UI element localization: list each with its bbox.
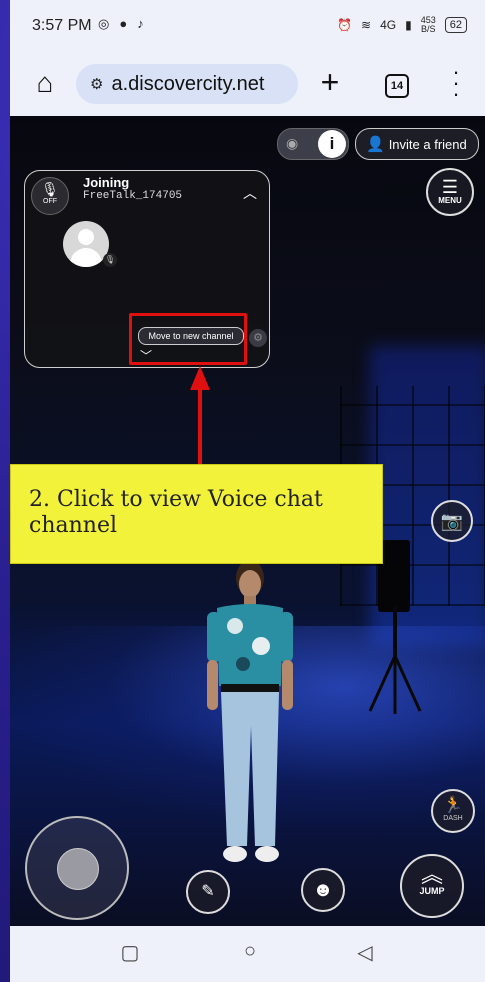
voice-status: Joining [83, 175, 130, 190]
browser-toolbar: ⌂ ⚙ a.discovercity.net + 14 · · · [10, 52, 485, 116]
url-text: a.discovercity.net [111, 72, 265, 95]
new-tab-button[interactable]: + [313, 66, 347, 100]
network-type: 4G [380, 18, 397, 32]
site-settings-icon[interactable]: ⚙ [90, 75, 103, 93]
back-icon[interactable]: ◁ [350, 940, 380, 965]
home-circle-icon[interactable]: ○ [235, 940, 265, 963]
menu-label: MENU [438, 196, 462, 205]
mute-toggle-button[interactable]: 🎙 OFF [31, 177, 69, 215]
mic-off-icon: 🎙 [41, 181, 59, 197]
messenger-icon: ● [119, 16, 128, 31]
emote-button[interactable]: ☻ [301, 868, 345, 912]
address-bar[interactable]: ⚙ a.discovercity.net [76, 64, 298, 104]
invite-friend-button[interactable]: 👤 Invite a friend [355, 128, 479, 160]
alarm-icon: ⏰ [337, 18, 353, 32]
running-icon: 🏃 [443, 797, 463, 814]
instruction-callout: 2. Click to view Voice chat channel [10, 464, 383, 564]
mic-icon: ♪ [137, 16, 144, 31]
chat-icon: ✎ [201, 883, 215, 900]
tripod-prop [368, 606, 422, 714]
pointer-arrow [190, 366, 210, 466]
tab-switcher-button[interactable]: 14 [385, 74, 409, 98]
movement-joystick[interactable] [25, 816, 129, 920]
recent-apps-icon[interactable]: ▢ [115, 940, 145, 965]
system-icons: ⏰ ≋ 4G ▮ 453 B/S 62 [337, 16, 467, 34]
data-rate: 453 B/S [420, 15, 436, 34]
browser-menu-icon[interactable]: · · · [446, 61, 466, 105]
expand-chevron-icon[interactable]: ﹀ [140, 347, 152, 364]
jump-label: JUMP [419, 886, 445, 896]
participant-mic-icon: 🎙 [103, 253, 117, 267]
camera-button[interactable]: 📷 [431, 500, 473, 542]
status-bar: 3:57 PM ◎ ● ♪ ⏰ ≋ 4G ▮ 453 B/S 62 [10, 0, 485, 52]
voice-channel-name: FreeTalk_174705 [83, 190, 183, 202]
instagram-icon: ◎ [98, 16, 110, 31]
collapse-chevron-icon[interactable]: ︿ [243, 183, 257, 203]
camera-icon: 📷 [440, 511, 464, 531]
dash-button[interactable]: 🏃 DASH [431, 789, 475, 833]
joystick-handle[interactable] [57, 848, 99, 890]
player-avatar [207, 560, 293, 862]
menu-icon: ☰ [441, 177, 459, 197]
add-user-icon: 👤 [366, 136, 385, 153]
eye-icon: ◉ [286, 135, 299, 151]
info-toggle[interactable]: ◉ i [277, 128, 349, 160]
info-icon: i [318, 130, 346, 158]
menu-button[interactable]: ☰ MENU [426, 168, 474, 216]
mic-state-label: OFF [43, 198, 57, 205]
game-viewport[interactable]: ◉ i 👤 Invite a friend ☰ MENU 🎙 OFF Joini… [10, 116, 485, 926]
phone-screen: 3:57 PM ◎ ● ♪ ⏰ ≋ 4G ▮ 453 B/S 62 ⌂ ⚙ a.d… [10, 0, 485, 982]
instruction-text: 2. Click to view Voice chat channel [29, 487, 323, 538]
chat-button[interactable]: ✎ [186, 870, 230, 914]
jump-button[interactable]: ︽ JUMP [400, 854, 464, 918]
voice-chat-panel: 🎙 OFF Joining FreeTalk_174705 ︿ 🎙 Move t… [24, 170, 270, 368]
system-nav-bar: ▢ ○ ◁ [10, 926, 485, 982]
notification-icons: ◎ ● ♪ [98, 16, 144, 32]
gear-icon[interactable]: ⚙ [249, 329, 267, 347]
wifi-icon: ≋ [361, 18, 372, 32]
emoji-icon: ☻ [312, 879, 334, 901]
battery-indicator: 62 [444, 17, 467, 33]
dash-label: DASH [443, 815, 463, 822]
home-icon[interactable]: ⌂ [28, 66, 62, 100]
invite-label: Invite a friend [388, 136, 467, 152]
status-time: 3:57 PM [32, 17, 92, 34]
signal-icon: ▮ [405, 18, 412, 32]
double-chevron-up-icon: ︽ [420, 862, 443, 887]
